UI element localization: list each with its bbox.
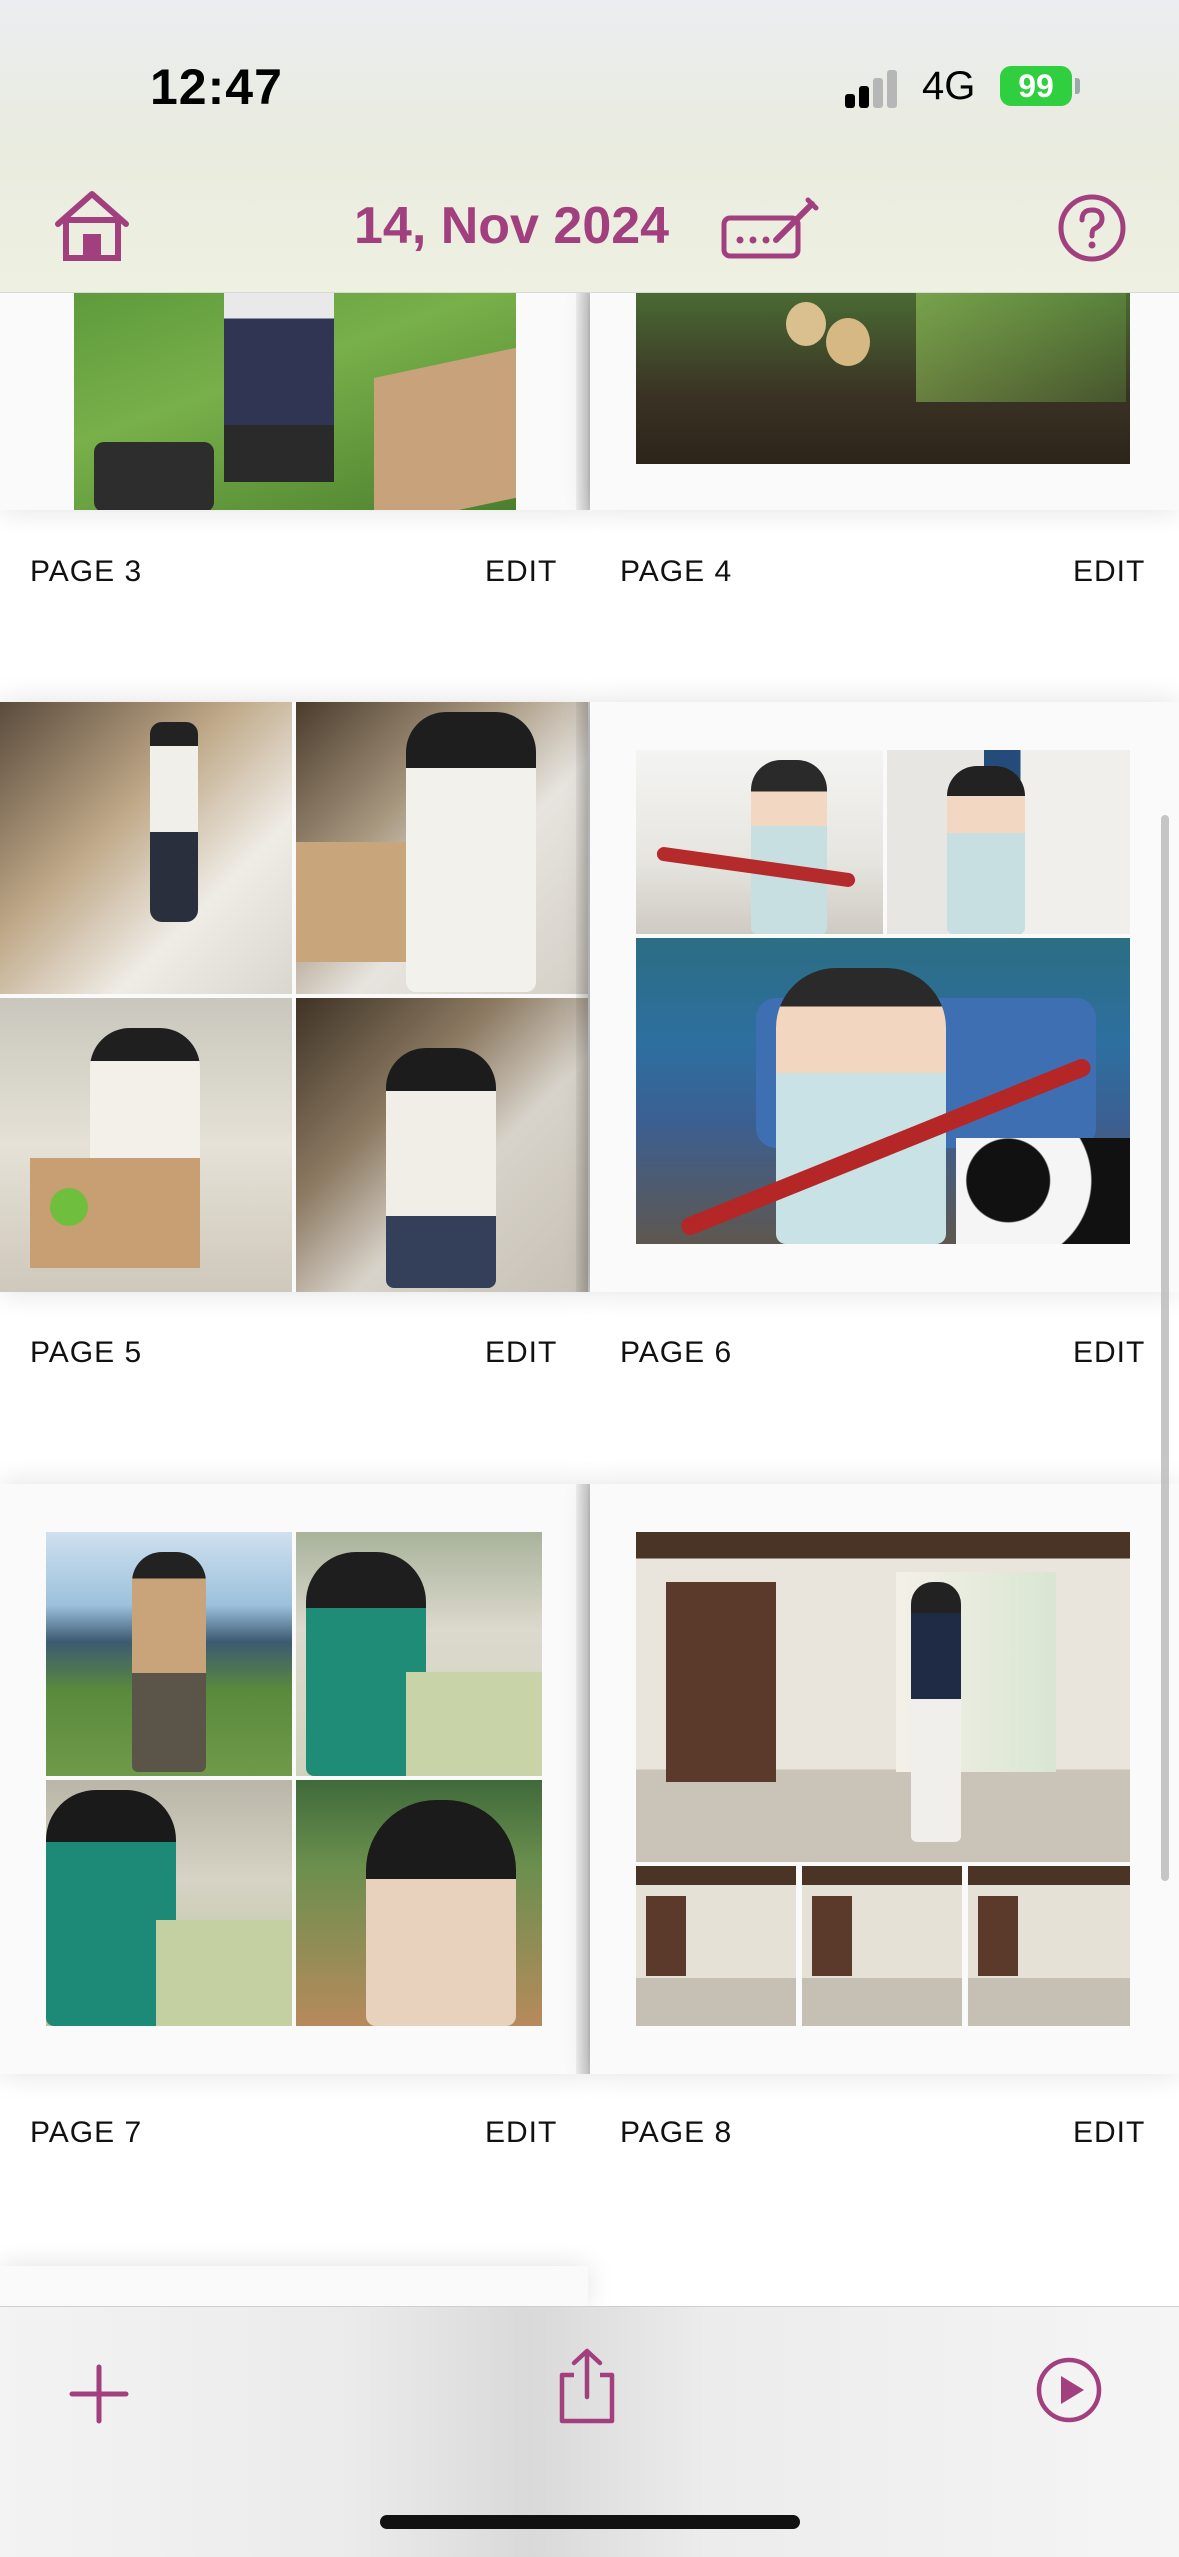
plus-icon — [69, 2364, 129, 2424]
photo-door — [666, 1582, 776, 1782]
photo-rug — [956, 1138, 1130, 1244]
battery-tip — [1075, 78, 1080, 94]
edit-button[interactable]: EDIT — [485, 2116, 557, 2150]
page-4-photo — [636, 292, 1130, 464]
page-6-photo-1 — [636, 750, 883, 934]
page-label: PAGE 7 — [30, 2116, 143, 2149]
edit-button[interactable]: EDIT — [485, 1336, 557, 1370]
page-3-photo — [74, 292, 516, 510]
page-4-thumbnail[interactable] — [590, 292, 1179, 510]
photo-figure — [776, 968, 946, 1244]
photo-figure — [150, 722, 198, 922]
scrollbar[interactable] — [1161, 815, 1169, 1881]
page-7-photo-1 — [46, 1532, 292, 1776]
page-label: PAGE 6 — [620, 1336, 733, 1369]
photo-figure — [366, 1800, 516, 2026]
battery-level: 99 — [1018, 67, 1054, 104]
photo-figure — [90, 1028, 200, 1178]
photo-door — [978, 1896, 1018, 1976]
home-icon — [55, 191, 129, 261]
page-5-photo-1 — [0, 702, 292, 994]
share-button[interactable] — [552, 2347, 622, 2427]
play-circle-icon — [1036, 2357, 1102, 2423]
page-7-thumbnail[interactable] — [0, 1484, 588, 2074]
photo-bag — [94, 442, 214, 510]
page-5-photo-2 — [296, 702, 588, 994]
page-7-photo-2 — [296, 1532, 542, 1776]
page-6-thumbnail[interactable] — [590, 702, 1179, 1292]
edit-button[interactable]: EDIT — [1073, 2116, 1145, 2150]
page-label: PAGE 4 — [620, 555, 733, 588]
top-bar: 12:47 4G 99 14, Nov 2024 — [0, 0, 1179, 293]
photo-chick-1 — [786, 302, 826, 346]
photo-figure — [132, 1552, 206, 1772]
page-8-photo-4 — [968, 1866, 1130, 2026]
photo-door — [812, 1896, 852, 1976]
page-6-photo-2 — [887, 750, 1130, 934]
help-button[interactable] — [1056, 192, 1128, 264]
page-title[interactable]: 14, Nov 2024 — [354, 196, 669, 256]
page-5-thumbnail[interactable] — [0, 702, 588, 1292]
question-circle-icon — [1058, 194, 1126, 262]
page-label: PAGE 5 — [30, 1336, 143, 1369]
play-button[interactable] — [1034, 2355, 1104, 2425]
photo-figure — [386, 1048, 496, 1288]
page-7-photo-4 — [296, 1780, 542, 2026]
logo-circle — [50, 1188, 88, 1226]
photo-table — [156, 1920, 292, 2026]
photo-door — [646, 1896, 686, 1976]
photo-box — [374, 346, 516, 510]
page-3-thumbnail[interactable] — [0, 292, 588, 510]
signal-icon — [845, 68, 905, 108]
photo-figure — [751, 760, 827, 934]
photo-figure — [947, 766, 1025, 934]
add-page-button[interactable] — [64, 2359, 134, 2429]
page-5-photo-3 — [0, 998, 292, 1292]
share-icon — [559, 2348, 615, 2424]
pencil-keyboard-icon — [721, 197, 819, 259]
home-indicator — [380, 2515, 800, 2529]
photo-figure — [911, 1582, 961, 1842]
page-label: PAGE 8 — [620, 2116, 733, 2149]
status-time: 12:47 — [150, 59, 283, 115]
edit-button[interactable]: EDIT — [485, 555, 557, 589]
photo-chick-2 — [826, 318, 870, 366]
page-5-photo-4 — [296, 998, 588, 1292]
home-button[interactable] — [52, 188, 132, 262]
page-6-photo-3 — [636, 938, 1130, 1244]
page-8-photo-3 — [802, 1866, 962, 2026]
page-9-thumbnail[interactable] — [0, 2266, 588, 2306]
page-7-photo-3 — [46, 1780, 292, 2026]
photo-table — [406, 1672, 542, 1776]
page-8-photo-1 — [636, 1532, 1130, 1862]
photo-figure — [406, 712, 536, 992]
network-label: 4G — [922, 64, 976, 108]
photo-box — [30, 1158, 200, 1268]
edit-title-button[interactable] — [720, 196, 820, 264]
page-8-photo-2 — [636, 1866, 796, 2026]
photo-plants — [916, 292, 1126, 402]
edit-button[interactable]: EDIT — [1073, 1336, 1145, 1370]
edit-button[interactable]: EDIT — [1073, 555, 1145, 589]
battery-icon: 99 — [1000, 66, 1072, 106]
page-label: PAGE 3 — [30, 555, 143, 588]
page-8-thumbnail[interactable] — [590, 1484, 1179, 2074]
photo-figure — [224, 292, 334, 482]
